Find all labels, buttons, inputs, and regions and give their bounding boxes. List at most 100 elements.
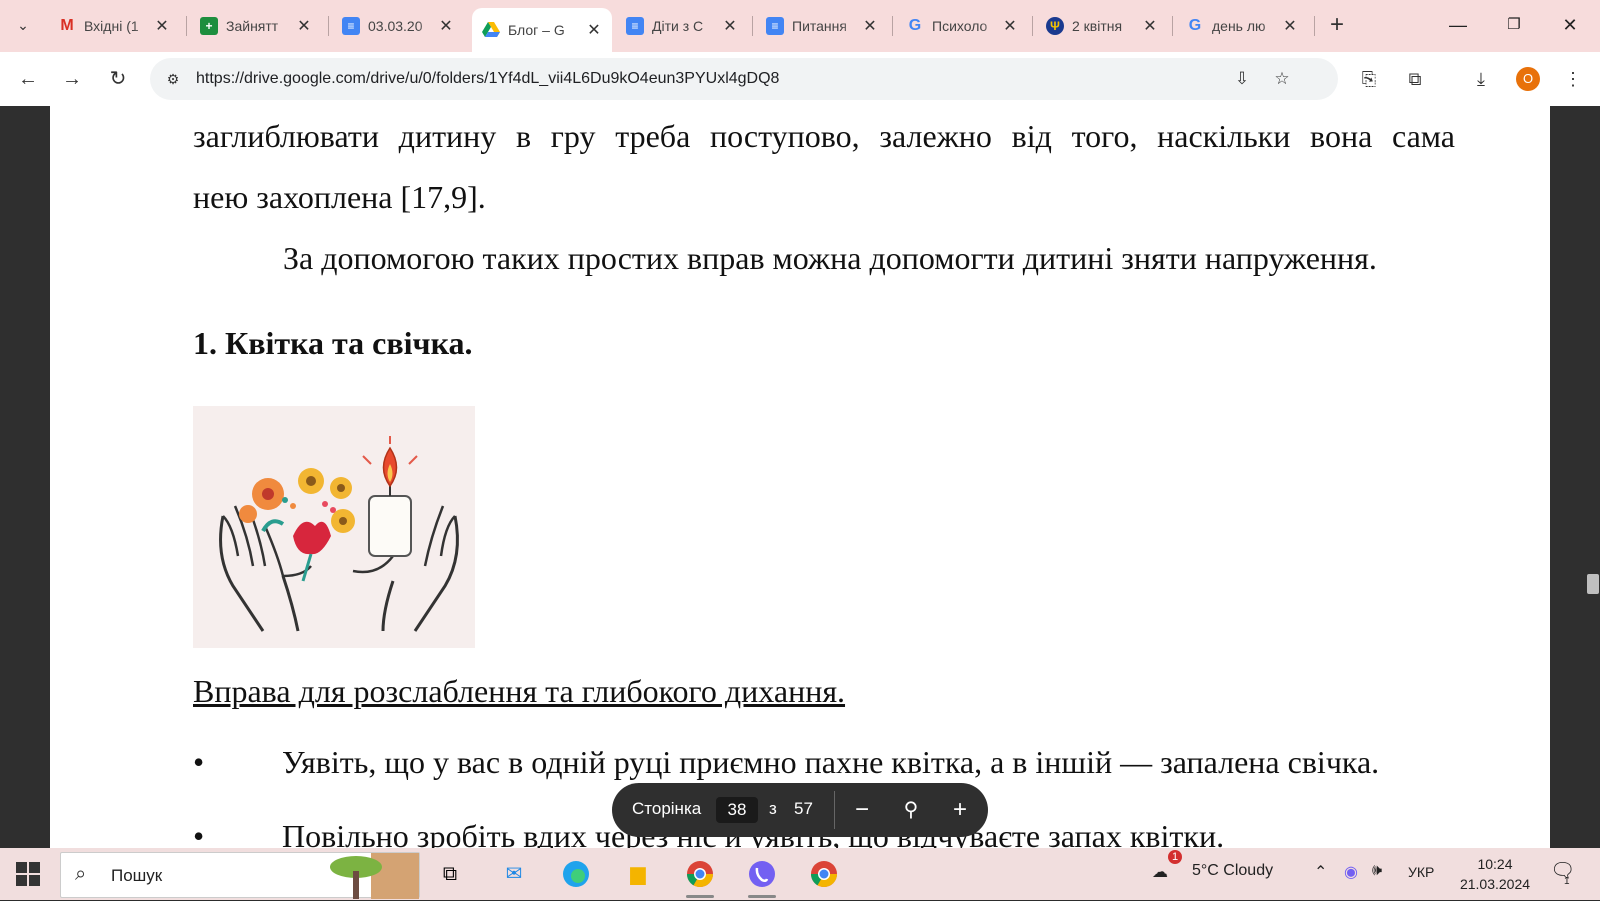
new-tab-plus-icon[interactable]: + <box>1330 12 1344 38</box>
weather-cloud-icon[interactable]: ☁ <box>1152 862 1168 882</box>
more-menu-icon[interactable]: ⋮ <box>1560 66 1586 92</box>
docs-icon: ≡ <box>766 17 784 35</box>
tab-docs-dity[interactable]: ≡ Діти з С ✕ <box>616 8 748 44</box>
tab-strip: ⌄ M Вхідні (1 ✕ + Зайнятт ✕ ≡ 03.03.20 ✕… <box>0 0 1600 52</box>
extensions-puzzle-icon[interactable]: ⧉ <box>1402 66 1428 92</box>
volume-icon[interactable]: 🕪 <box>1372 862 1382 880</box>
edge-browser-icon[interactable] <box>558 856 594 892</box>
reload-icon[interactable]: ↻ <box>104 65 132 93</box>
weather-text[interactable]: 5°C Cloudy <box>1192 862 1273 880</box>
viber-app-icon[interactable] <box>744 856 780 898</box>
restore-icon[interactable]: ❐ <box>1496 10 1532 40</box>
zoom-out-minus-icon[interactable]: − <box>846 794 878 826</box>
bullet-text: Уявіть, що у вас в одній руці приємно па… <box>282 744 1380 780</box>
bullet-symbol: • <box>193 818 205 848</box>
clock-date: 21.03.2024 <box>1459 876 1531 892</box>
current-page-input[interactable]: 38 <box>716 797 758 823</box>
windows-taskbar: ⌕ Пошук ⧉ ✉ ▆ ☁ 1 5°C Cloudy ⌃ ◉ 🕪 УКР 1… <box>0 848 1600 900</box>
task-view-icon[interactable]: ⧉ <box>432 856 468 892</box>
gmail-icon: M <box>60 17 74 34</box>
tab-title: 03.03.20 <box>368 18 423 34</box>
back-arrow-icon[interactable]: ← <box>14 65 42 93</box>
clock-time: 10:24 <box>1477 856 1513 872</box>
tab-docs-0303[interactable]: ≡ 03.03.20 ✕ <box>332 8 464 44</box>
chrome-browser-icon[interactable] <box>806 856 842 892</box>
forward-arrow-icon[interactable]: → <box>58 65 86 93</box>
tab-gmail[interactable]: M Вхідні (1 ✕ <box>48 8 180 44</box>
paragraph-text: нею захоплена [17,9]. <box>193 179 486 215</box>
bookmark-star-icon[interactable]: ☆ <box>1270 67 1294 91</box>
close-tab-icon[interactable]: ✕ <box>1142 16 1158 36</box>
tab-title: Діти з С <box>652 18 704 34</box>
close-tab-icon[interactable]: ✕ <box>586 20 602 40</box>
exercise-subheading: Вправа для розслаблення та глибокого дих… <box>193 673 846 709</box>
section-heading: 1. Квітка та свічка. <box>193 325 473 361</box>
page-of-label: з <box>769 799 777 818</box>
zoom-in-plus-icon[interactable]: + <box>944 794 976 826</box>
tab-2-kvitnia[interactable]: Ψ 2 квітня ✕ <box>1036 8 1168 44</box>
zoom-magnifier-icon[interactable]: ⚲ <box>895 794 927 826</box>
chrome-browser-icon-active[interactable] <box>682 856 718 898</box>
profile-avatar[interactable]: O <box>1516 67 1540 91</box>
mail-app-icon[interactable]: ✉ <box>496 856 532 892</box>
notifications-count: 1 <box>1564 876 1570 887</box>
pdf-viewer: заглиблювати дитину в гру треба поступов… <box>0 106 1600 848</box>
close-tab-icon[interactable]: ✕ <box>1002 16 1018 36</box>
bullet-symbol: • <box>193 744 205 780</box>
downloads-icon[interactable]: ⤓ <box>1468 66 1494 92</box>
tab-title: Зайнятт <box>226 18 279 34</box>
extension-translate-icon[interactable]: ⎘ <box>1356 66 1382 92</box>
close-tab-icon[interactable]: ✕ <box>438 16 454 36</box>
close-tab-icon[interactable]: ✕ <box>1282 16 1298 36</box>
paragraph-text: заглиблювати дитину в гру треба поступов… <box>193 118 1455 154</box>
docs-icon: ≡ <box>626 17 644 35</box>
google-icon: G <box>908 17 922 34</box>
tab-sheets[interactable]: + Зайнятт ✕ <box>190 8 322 44</box>
google-icon: G <box>1188 17 1202 34</box>
address-bar[interactable]: ⚙ https://drive.google.com/drive/u/0/fol… <box>150 58 1338 100</box>
close-tab-icon[interactable]: ✕ <box>722 16 738 36</box>
site-info-icon[interactable]: ⚙ <box>160 66 186 92</box>
url-text[interactable]: https://drive.google.com/drive/u/0/folde… <box>196 70 779 88</box>
trident-icon: Ψ <box>1046 17 1064 35</box>
minimize-icon[interactable]: — <box>1440 10 1476 40</box>
tab-title: день лю <box>1212 18 1266 34</box>
search-icon: ⌕ <box>75 863 87 885</box>
tab-title: Питання <box>792 18 847 34</box>
sheets-icon: + <box>200 17 218 35</box>
close-window-icon[interactable]: ✕ <box>1552 10 1588 40</box>
paragraph-text: За допомогою таких простих вправ можна д… <box>283 240 1377 276</box>
show-hidden-icons-chevron-icon[interactable]: ⌃ <box>1314 862 1327 882</box>
document-page: заглиблювати дитину в гру треба поступов… <box>50 106 1550 848</box>
search-placeholder[interactable]: Пошук <box>111 866 162 886</box>
system-clock[interactable]: 10:24 21.03.2024 <box>1450 854 1540 894</box>
tab-title: Психоло <box>932 18 988 34</box>
tab-search-chevron-icon[interactable]: ⌄ <box>8 10 38 40</box>
scrollbar[interactable] <box>1584 106 1600 848</box>
install-app-icon[interactable]: ⇩ <box>1230 67 1254 91</box>
input-language[interactable]: УКР <box>1408 864 1434 880</box>
close-tab-icon[interactable]: ✕ <box>862 16 878 36</box>
file-explorer-icon[interactable]: ▆ <box>620 856 656 892</box>
close-tab-icon[interactable]: ✕ <box>154 16 170 36</box>
browser-toolbar: ← → ↻ ⚙ https://drive.google.com/drive/u… <box>0 52 1600 106</box>
windows-start-icon[interactable] <box>16 862 40 886</box>
close-tab-icon[interactable]: ✕ <box>296 16 312 36</box>
page-label: Сторінка <box>632 799 702 818</box>
tab-title: 2 квітня <box>1072 18 1123 34</box>
notifications-icon[interactable]: 🗨 <box>1550 858 1575 883</box>
tab-docs-pytannia[interactable]: ≡ Питання ✕ <box>756 8 888 44</box>
scrollbar-thumb[interactable] <box>1587 574 1599 594</box>
search-highlight-tree-icon <box>330 853 419 899</box>
drive-icon <box>482 21 500 39</box>
taskbar-search-box[interactable]: ⌕ Пошук <box>60 852 420 899</box>
page-navigation-control: Сторінка 38 з 57 − ⚲ + <box>612 783 988 837</box>
flower-candle-illustration <box>193 406 475 648</box>
docs-icon: ≡ <box>342 17 360 35</box>
tab-drive-blog[interactable]: Блог – G ✕ <box>472 8 612 52</box>
tab-google-den[interactable]: G день лю ✕ <box>1176 8 1308 44</box>
tab-title: Вхідні (1 <box>84 18 139 34</box>
viber-tray-icon[interactable]: ◉ <box>1344 862 1358 882</box>
tab-title: Блог – G <box>508 22 565 38</box>
tab-google-psyholog[interactable]: G Психоло ✕ <box>896 8 1028 44</box>
